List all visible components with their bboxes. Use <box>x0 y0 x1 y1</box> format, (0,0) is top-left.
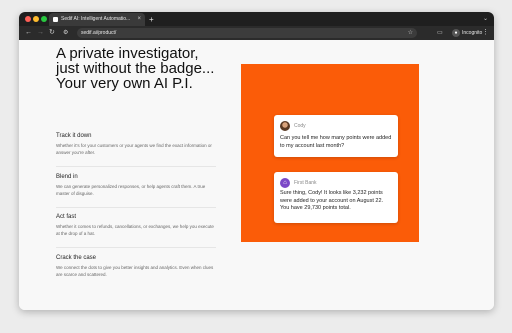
headline-line: Your very own AI P.I. <box>56 75 193 92</box>
divider <box>56 207 216 208</box>
bookmark-star-icon[interactable]: ☆ <box>408 28 413 38</box>
customer-message: Can you tell me how many points were add… <box>280 135 392 149</box>
address-bar[interactable]: sedif.ai/product/ ☆ <box>77 28 417 38</box>
tab-bar: Sedif AI: Intelligent Automatio... × + ⌄ <box>19 12 494 26</box>
feature-track-it-down: Track it down Whether it's for your cust… <box>56 133 216 156</box>
toolbar: ← → ↻ ⚙ sedif.ai/product/ ☆ ▭ ● Incognit… <box>19 26 494 40</box>
feature-crack-the-case: Crack the case We connect the dots to gi… <box>56 255 216 278</box>
incognito-label: Incognito <box>462 30 483 36</box>
feature-blend-in: Blend in We can generate personalized re… <box>56 174 216 197</box>
divider <box>56 247 216 248</box>
maximize-window-button[interactable] <box>41 16 47 22</box>
feature-description: Whether it comes to refunds, cancellatio… <box>56 224 214 236</box>
hero-headline: A private investigator, just without the… <box>56 46 246 91</box>
feature-act-fast: Act fast Whether it comes to refunds, ca… <box>56 214 216 237</box>
tab-title: Sedif AI: Intelligent Automatio... <box>61 16 131 22</box>
headline-line: A private investigator, <box>56 45 199 62</box>
browser-tab[interactable]: Sedif AI: Intelligent Automatio... × <box>49 13 145 26</box>
divider <box>56 166 216 167</box>
headline-line: just without the badge... <box>56 60 215 77</box>
feature-description: Whether it's for your customers or your … <box>56 143 212 155</box>
site-info-icon[interactable]: ⚙ <box>63 26 68 40</box>
customer-message-card: Cody Can you tell me how many points wer… <box>274 115 398 157</box>
new-tab-button[interactable]: + <box>149 13 154 26</box>
forward-arrow-icon[interactable]: → <box>37 26 44 40</box>
minimize-window-button[interactable] <box>33 16 39 22</box>
close-window-button[interactable] <box>25 16 31 22</box>
side-panel-icon[interactable]: ▭ <box>437 26 443 40</box>
feature-title: Blend in <box>56 174 78 180</box>
bank-name: First Bank <box>294 180 317 186</box>
reload-icon[interactable]: ↻ <box>49 26 55 40</box>
tab-close-icon[interactable]: × <box>137 13 141 26</box>
feature-title: Track it down <box>56 133 92 139</box>
customer-avatar <box>280 121 290 131</box>
customer-name: Cody <box>294 123 306 129</box>
feature-description: We can generate personalized responses, … <box>56 184 206 196</box>
bank-message: Sure thing, Cody! It looks like 3,232 po… <box>280 190 384 211</box>
tab-search-chevron-icon[interactable]: ⌄ <box>483 13 488 26</box>
incognito-icon: ● <box>452 29 460 37</box>
favicon-icon <box>53 17 58 22</box>
bank-reply-card: ⌂ First Bank Sure thing, Cody! It looks … <box>274 172 398 223</box>
bank-icon: ⌂ <box>280 178 290 188</box>
browser-menu-icon[interactable]: ⋮ <box>482 26 489 40</box>
feature-title: Crack the case <box>56 255 97 261</box>
feature-title: Act fast <box>56 214 77 220</box>
back-arrow-icon[interactable]: ← <box>25 26 32 40</box>
feature-description: We connect the dots to give you better i… <box>56 265 214 277</box>
url-text: sedif.ai/product/ <box>81 30 117 36</box>
